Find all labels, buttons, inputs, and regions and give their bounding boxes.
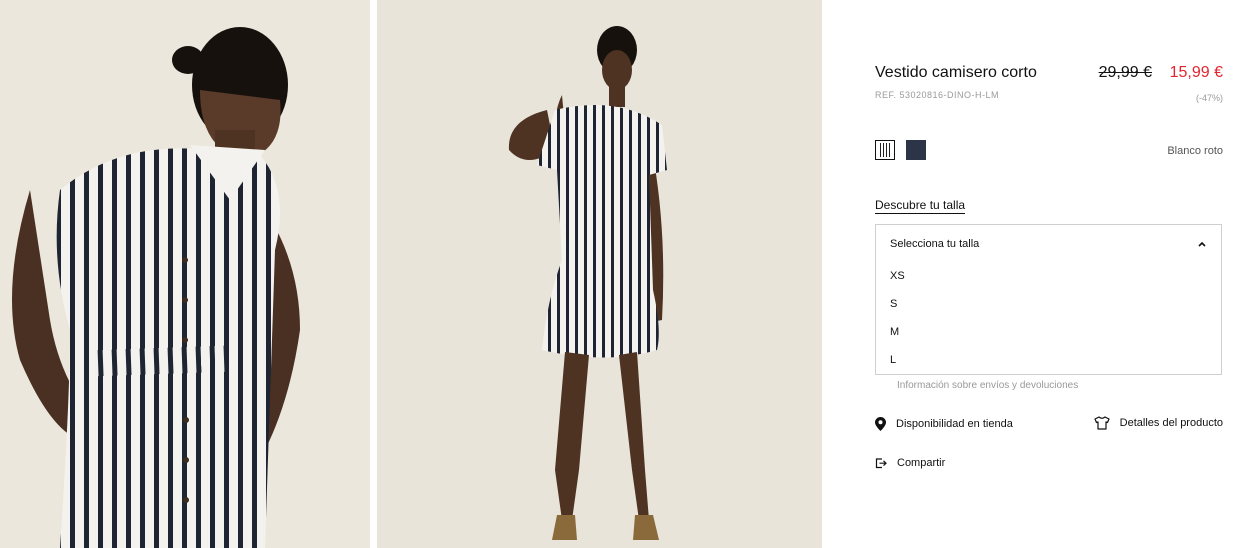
shipping-info-link[interactable]: Información sobre envíos y devoluciones bbox=[897, 380, 1078, 391]
share-icon bbox=[875, 458, 887, 469]
size-dropdown[interactable]: Selecciona tu talla XS S M L bbox=[875, 224, 1222, 375]
store-availability-label: Disponibilidad en tienda bbox=[896, 418, 1013, 430]
model-fullbody-illustration bbox=[377, 0, 822, 548]
size-option-l[interactable]: L bbox=[890, 354, 896, 366]
product-image-1[interactable] bbox=[0, 0, 370, 548]
size-guide-link[interactable]: Descubre tu talla bbox=[875, 198, 966, 214]
selected-color-name: Blanco roto bbox=[1167, 145, 1223, 157]
sale-price: 15,99 € bbox=[1169, 64, 1223, 81]
store-availability-button[interactable]: Disponibilidad en tienda bbox=[875, 417, 1013, 431]
size-select-label[interactable]: Selecciona tu talla bbox=[890, 238, 979, 250]
size-option-m[interactable]: M bbox=[890, 326, 899, 338]
color-swatch-stripes[interactable] bbox=[875, 140, 895, 160]
color-swatch-navy[interactable] bbox=[906, 140, 926, 160]
model-closeup-illustration bbox=[0, 0, 370, 548]
discount-badge: (-47%) bbox=[1195, 93, 1223, 103]
size-option-s[interactable]: S bbox=[890, 298, 897, 310]
old-price: 29,99 € bbox=[1098, 64, 1152, 81]
location-pin-icon bbox=[875, 417, 886, 431]
product-title: Vestido camisero corto bbox=[875, 64, 1037, 81]
share-button[interactable]: Compartir bbox=[875, 457, 945, 469]
tshirt-icon bbox=[1094, 416, 1110, 430]
product-details-label: Detalles del producto bbox=[1119, 417, 1223, 429]
chevron-up-icon[interactable] bbox=[1197, 239, 1207, 249]
product-image-2[interactable] bbox=[377, 0, 822, 548]
share-label: Compartir bbox=[897, 457, 946, 469]
product-details-button[interactable]: Detalles del producto bbox=[1094, 416, 1223, 430]
product-info-panel: Vestido camisero corto REF. 53020816-DIN… bbox=[822, 0, 1235, 548]
product-ref: REF. 53020816-DINO-H-LM bbox=[875, 90, 1000, 100]
size-option-xs[interactable]: XS bbox=[890, 270, 905, 282]
